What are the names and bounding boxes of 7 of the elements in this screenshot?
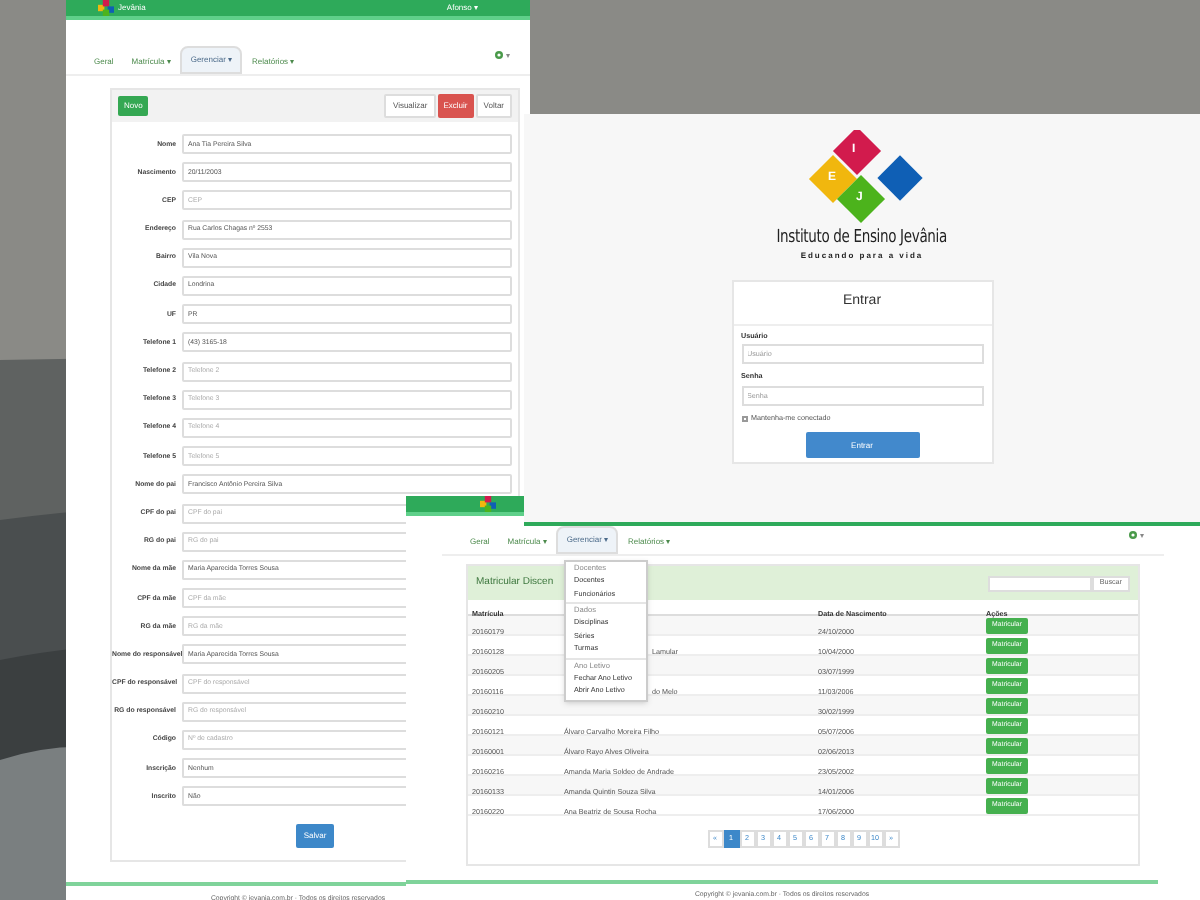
- gear-icon[interactable]: [1128, 530, 1138, 540]
- logo-icon: [98, 0, 114, 16]
- search-field[interactable]: [987, 575, 1092, 591]
- gear-icon[interactable]: [494, 50, 504, 60]
- institute-name: Instituto de Ensino Jevânia: [776, 230, 948, 248]
- logo-icon: [480, 496, 496, 512]
- remember-checkbox[interactable]: [741, 415, 747, 422]
